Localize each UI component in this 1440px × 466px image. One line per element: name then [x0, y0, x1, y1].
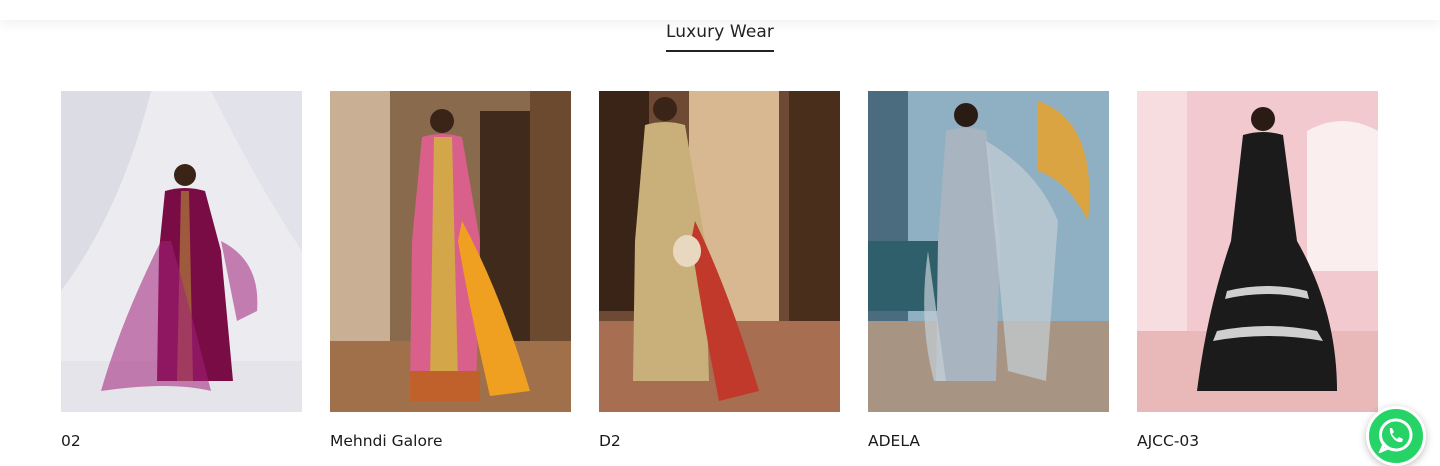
product-image[interactable] — [1137, 91, 1378, 412]
whatsapp-icon — [1378, 418, 1413, 453]
product-title[interactable]: AJCC-03 — [1137, 432, 1378, 450]
product-image-illustration — [868, 91, 1109, 412]
product-title[interactable]: D2 — [599, 432, 840, 450]
product-image[interactable] — [61, 91, 302, 412]
product-image-illustration — [330, 91, 571, 412]
product-card-4[interactable]: ADELA — [868, 91, 1109, 450]
product-image[interactable] — [868, 91, 1109, 412]
product-card-2[interactable]: Mehndi Galore — [330, 91, 571, 450]
product-card-5[interactable]: AJCC-03 — [1137, 91, 1378, 450]
product-card-1[interactable]: 02 — [61, 91, 302, 450]
top-header-bar — [0, 0, 1440, 20]
whatsapp-chat-button[interactable] — [1366, 406, 1426, 466]
product-image[interactable] — [330, 91, 571, 412]
product-image-illustration — [1137, 91, 1378, 412]
product-title[interactable]: Mehndi Galore — [330, 432, 571, 450]
product-image-illustration — [599, 91, 840, 412]
product-title[interactable]: ADELA — [868, 432, 1109, 450]
product-grid: 02 Mehndi Galore D2 ADELA AJCC-03 — [61, 91, 1378, 450]
product-image-illustration — [61, 91, 302, 412]
product-card-3[interactable]: D2 — [599, 91, 840, 450]
section-heading: Luxury Wear — [0, 22, 1440, 52]
section-title: Luxury Wear — [665, 22, 774, 52]
product-title[interactable]: 02 — [61, 432, 302, 450]
product-image[interactable] — [599, 91, 840, 412]
